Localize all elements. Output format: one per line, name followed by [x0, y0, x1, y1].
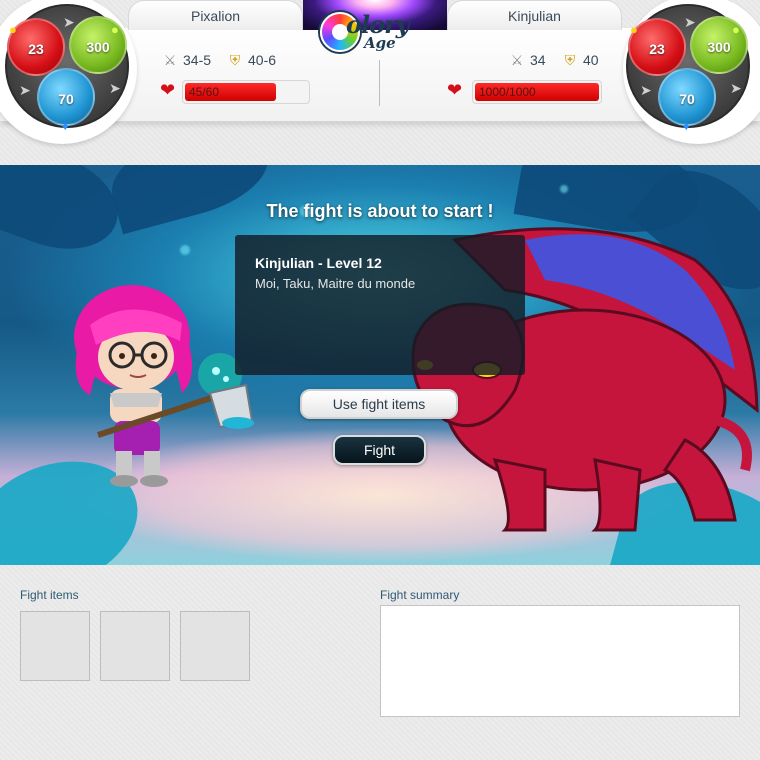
coin-icon: ● — [111, 22, 119, 37]
colory-age-logo[interactable]: olory Age — [316, 8, 436, 58]
game-header: Pixalion Kinjulian olory Age ➤ ➤ ➤ 23 30… — [0, 0, 760, 150]
coin-icon: ● — [630, 22, 638, 37]
player-hp-bar: 45/60 — [182, 80, 310, 104]
drop-icon: ♦ — [683, 118, 690, 133]
coin-icon: ● — [9, 22, 17, 37]
opponent-defense: ⛨ 40 — [561, 50, 599, 70]
opponent-subtitle: Moi, Taku, Maitre du monde — [255, 276, 416, 291]
fight-status-title: The fight is about to start ! — [266, 201, 494, 221]
opponent-hp-text: 1000/1000 — [479, 85, 536, 99]
use-fight-items-button[interactable]: Use fight items — [300, 389, 458, 419]
fight-summary-box — [380, 605, 740, 717]
fight-item-slot[interactable] — [100, 611, 170, 681]
opponent-name-tab: Kinjulian — [447, 0, 622, 30]
fight-items-label: Fight items — [20, 588, 79, 602]
sword-icon: ⚔ — [163, 52, 177, 68]
fight-item-slot[interactable] — [20, 611, 90, 681]
coin-icon: ● — [732, 22, 740, 37]
player-name: Pixalion — [190, 8, 241, 24]
wheel-arrow-icon: ➤ — [19, 82, 31, 98]
shield-icon: ⛨ — [229, 52, 241, 68]
logo-word-age: Age — [364, 34, 396, 52]
opponent-attack: ⚔ 34 — [508, 50, 546, 70]
light-particle — [560, 185, 568, 193]
fight-button[interactable]: Fight — [333, 435, 426, 465]
wheel-arrow-icon: ➤ — [640, 82, 652, 98]
sword-icon: ⚔ — [510, 52, 524, 68]
heart-icon: ❤ — [447, 80, 463, 100]
player-hp-text: 45/60 — [189, 85, 220, 99]
opponent-level-title: Kinjulian - Level 12 — [255, 255, 382, 271]
fight-item-slot[interactable] — [180, 611, 250, 681]
player-attack: ⚔ 34-5 — [161, 50, 211, 70]
light-particle — [180, 245, 190, 255]
player-defense-value: 40-6 — [248, 52, 277, 68]
player-color-wheel: ➤ ➤ ➤ 23 300 70 ● ● ♦ — [5, 4, 129, 133]
foliage-decoration — [102, 165, 278, 235]
opponent-info-panel: Kinjulian - Level 12 Moi, Taku, Maitre d… — [235, 235, 525, 375]
opponent-color-wheel: ➤ ➤ ➤ 23 300 70 ● ● ♦ — [626, 4, 750, 133]
fight-summary-label: Fight summary — [380, 588, 460, 602]
player-defense: ⛨ 40-6 — [226, 50, 276, 70]
battle-scene: The fight is about to start ! Kinjulian … — [0, 165, 760, 565]
player-name-tab: Pixalion — [128, 0, 303, 30]
wheel-arrow-icon: ➤ — [730, 80, 742, 96]
heart-icon: ❤ — [160, 80, 176, 100]
header-divider — [379, 60, 380, 106]
wheel-arrow-icon: ➤ — [109, 80, 121, 96]
opponent-attack-value: 34 — [530, 52, 546, 68]
opponent-name: Kinjulian — [508, 8, 561, 24]
shield-icon: ⛨ — [564, 52, 576, 68]
opponent-hp-bar: 1000/1000 — [472, 80, 602, 104]
player-character — [74, 285, 254, 487]
drop-icon: ♦ — [62, 118, 69, 133]
opponent-defense-value: 40 — [583, 52, 599, 68]
player-attack-value: 34-5 — [183, 52, 212, 68]
